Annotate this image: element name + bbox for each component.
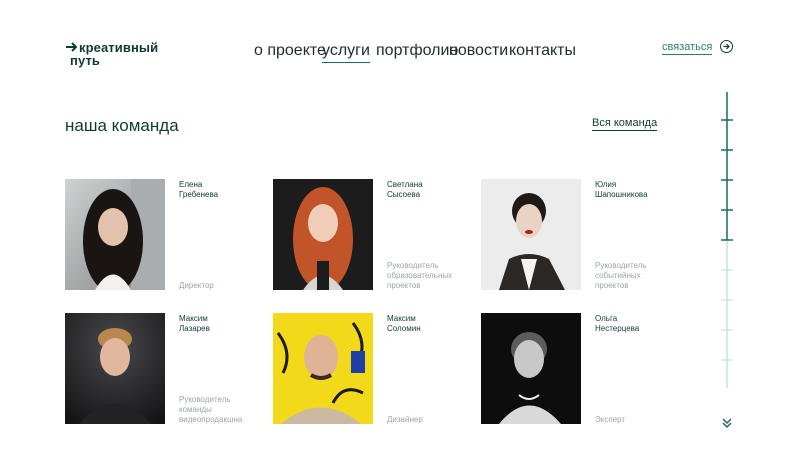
member-last-name: Соломин bbox=[387, 324, 421, 333]
logo-arrow-icon bbox=[66, 42, 78, 52]
section-title: наша команда bbox=[65, 116, 179, 135]
team-card[interactable]: Елена Гребенева Директор bbox=[65, 179, 265, 291]
member-role: Эксперт bbox=[595, 415, 626, 424]
team-card[interactable]: Юлия Шапошникова Руководитель событийных… bbox=[481, 179, 681, 291]
member-first-name: Светлана bbox=[387, 180, 423, 189]
logo[interactable]: креативный путь bbox=[66, 41, 158, 67]
nav-item-contacts[interactable]: контакты bbox=[509, 42, 576, 60]
member-last-name: Лазарев bbox=[179, 324, 210, 333]
scroll-timeline[interactable] bbox=[720, 92, 734, 388]
logo-line2: путь bbox=[70, 53, 100, 68]
member-photo bbox=[481, 179, 581, 290]
member-first-name: Ольга bbox=[595, 314, 618, 323]
double-chevron-down-icon[interactable] bbox=[721, 417, 733, 429]
all-team-link[interactable]: Вся команда bbox=[592, 117, 658, 131]
member-photo bbox=[273, 313, 373, 424]
member-role: Директор bbox=[179, 281, 214, 290]
contact-link[interactable]: связаться bbox=[662, 41, 713, 55]
member-photo bbox=[65, 313, 165, 424]
member-role: Дизайнер bbox=[387, 415, 423, 424]
nav-item-portfolio[interactable]: портфолио bbox=[376, 42, 458, 60]
member-role: Руководитель событийных проектов bbox=[595, 261, 647, 290]
member-last-name: Гребенева bbox=[179, 190, 219, 199]
member-role: Руководитель команды видеопродакшна bbox=[179, 395, 243, 424]
member-first-name: Максим bbox=[179, 314, 208, 323]
member-last-name: Сысоева bbox=[387, 190, 421, 199]
member-last-name: Шапошникова bbox=[595, 190, 648, 199]
member-first-name: Елена bbox=[179, 180, 203, 189]
team-card[interactable]: Светлана Сысоева Руководитель образовате… bbox=[273, 179, 473, 291]
member-first-name: Юлия bbox=[595, 180, 617, 189]
member-photo bbox=[481, 313, 581, 424]
team-card[interactable]: Максим Соломин Дизайнер bbox=[273, 313, 473, 425]
member-role: Руководитель образовательных проектов bbox=[387, 261, 453, 290]
nav-item-news[interactable]: новости bbox=[449, 42, 508, 60]
member-photo bbox=[273, 179, 373, 290]
team-card[interactable]: Максим Лазарев Руководитель команды виде… bbox=[65, 313, 265, 425]
member-first-name: Максим bbox=[387, 314, 416, 323]
member-last-name: Нестерцева bbox=[595, 324, 640, 333]
nav-item-services[interactable]: услуги bbox=[322, 42, 370, 63]
team-card[interactable]: Ольга Нестерцева Эксперт bbox=[481, 313, 681, 425]
member-photo bbox=[65, 179, 165, 290]
nav-item-about[interactable]: о проекте bbox=[254, 42, 326, 60]
arrow-right-circle-icon[interactable] bbox=[720, 40, 733, 53]
